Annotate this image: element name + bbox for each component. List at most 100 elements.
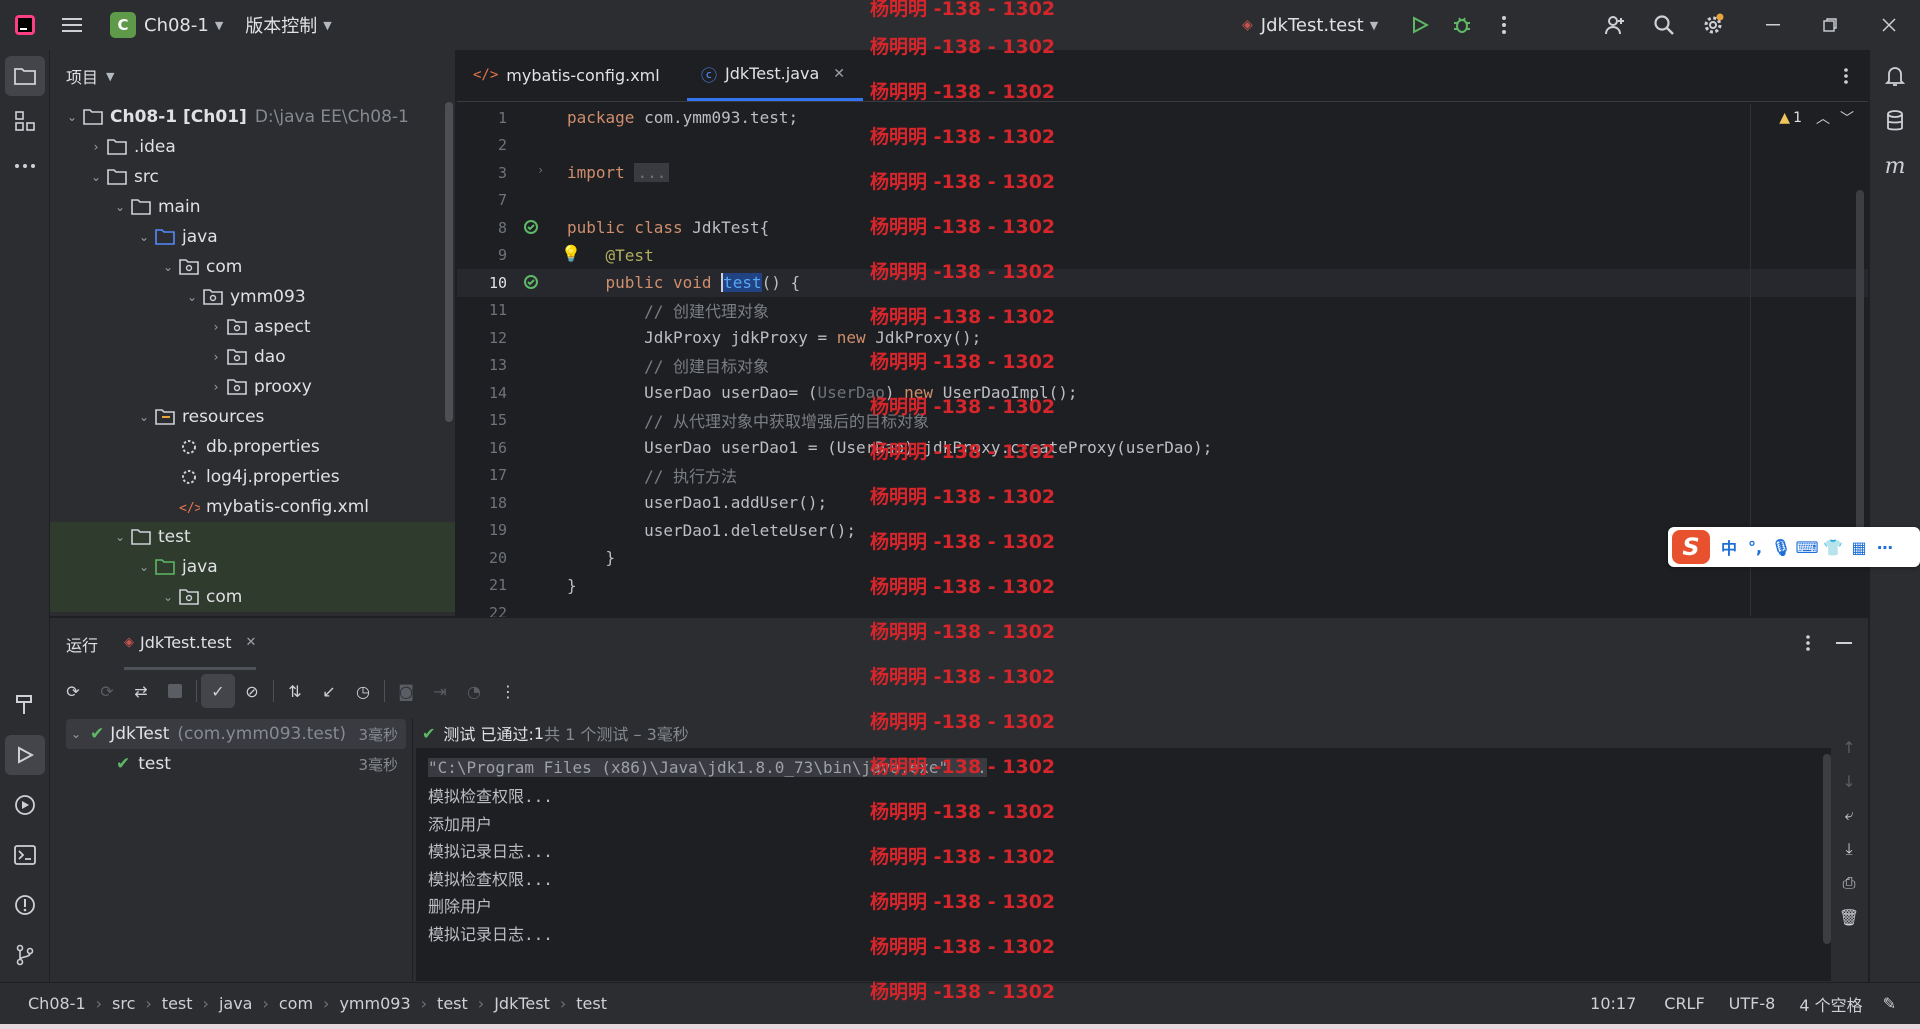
notifications-icon[interactable] bbox=[1875, 56, 1915, 96]
file-encoding[interactable]: UTF-8 bbox=[1729, 994, 1776, 1013]
show-passed-icon[interactable]: ✓ bbox=[201, 674, 235, 708]
project-scrollbar[interactable] bbox=[445, 102, 453, 422]
run-options-icon[interactable] bbox=[1806, 635, 1810, 651]
add-user-icon[interactable] bbox=[1592, 0, 1638, 50]
search-icon[interactable] bbox=[1641, 0, 1687, 50]
line-separator[interactable]: CRLF bbox=[1664, 994, 1704, 1013]
keyboard-icon[interactable]: ⌨ bbox=[1794, 534, 1820, 560]
chevron-right-icon[interactable]: › bbox=[206, 350, 226, 364]
tree-item[interactable]: ⌄ com bbox=[50, 252, 455, 282]
chevron-down-icon[interactable]: ⌄ bbox=[110, 530, 130, 544]
run-tab[interactable]: ◈ JdkTest.test ✕ bbox=[124, 618, 257, 670]
chevron-down-icon[interactable]: ⌄ bbox=[158, 590, 178, 604]
breadcrumb-item[interactable]: test bbox=[576, 994, 607, 1013]
run-test-gutter-icon[interactable] bbox=[523, 219, 539, 235]
chevron-right-icon[interactable]: › bbox=[86, 140, 106, 154]
chevron-down-icon[interactable]: ⌄ bbox=[134, 230, 154, 244]
code-editor[interactable]: 1 package com.ymm093.test; 2 3 › import ...… bbox=[457, 104, 1868, 622]
tree-item[interactable]: ⌄ com bbox=[50, 582, 455, 612]
maven-icon[interactable]: m bbox=[1875, 146, 1915, 186]
inspection-widget[interactable]: ▲ 1 ︿ ﹀ bbox=[1779, 108, 1854, 128]
run-config-selector[interactable]: ◈ JdkTest.test ▼ bbox=[1242, 15, 1378, 36]
breadcrumb-item[interactable]: test bbox=[162, 994, 193, 1013]
camera-icon[interactable]: ◙ bbox=[389, 674, 423, 708]
toggle-auto-test-icon[interactable]: ⇄ bbox=[124, 674, 158, 708]
soft-wrap-icon[interactable]: ⤶ bbox=[1832, 798, 1866, 832]
project-panel-header[interactable]: 项目 ▼ bbox=[50, 50, 455, 102]
tree-item[interactable]: ⌄ ymm093 bbox=[50, 282, 455, 312]
history-icon[interactable]: ◷ bbox=[346, 674, 380, 708]
indent-setting[interactable]: 4 个空格 bbox=[1799, 992, 1862, 1016]
run-test-gutter-icon[interactable] bbox=[523, 274, 539, 290]
tree-item[interactable]: db.properties bbox=[50, 432, 455, 462]
chevron-right-icon[interactable]: › bbox=[206, 380, 226, 394]
show-ignored-icon[interactable]: ⊘ bbox=[235, 674, 269, 708]
edit-lock-icon[interactable]: ✎ bbox=[1883, 994, 1896, 1013]
tree-item[interactable]: log4j.properties bbox=[50, 462, 455, 492]
problems-tool-icon[interactable] bbox=[5, 885, 45, 925]
breadcrumb-item[interactable]: com bbox=[279, 994, 313, 1013]
chevron-down-icon[interactable]: ⌄ bbox=[134, 560, 154, 574]
main-menu-icon[interactable] bbox=[50, 0, 94, 50]
test-suite-row[interactable]: ⌄ ✔ JdkTest (com.ymm093.test) 3毫秒 bbox=[66, 719, 406, 749]
tree-item[interactable]: › .idea bbox=[50, 132, 455, 162]
tree-item[interactable]: ⌄ test bbox=[50, 522, 455, 552]
close-tab-icon[interactable]: ✕ bbox=[245, 635, 256, 650]
chevron-right-icon[interactable]: › bbox=[206, 320, 226, 334]
tab-mybatis-config[interactable]: </> mybatis-config.xml bbox=[457, 49, 687, 101]
tree-item[interactable]: ⌄ main bbox=[50, 192, 455, 222]
tree-item[interactable]: ⌄ Ch08-1 [Ch01] D:\java EE\Ch08-1 bbox=[50, 102, 455, 132]
services-tool-icon[interactable] bbox=[5, 785, 45, 825]
tree-item[interactable]: ⌄ src bbox=[50, 162, 455, 192]
clear-console-icon[interactable]: 🗑 bbox=[1832, 900, 1866, 934]
close-tab-icon[interactable]: ✕ bbox=[833, 66, 845, 82]
toolbox-icon[interactable]: ▦ bbox=[1846, 534, 1872, 560]
chevron-down-icon[interactable]: ⌄ bbox=[110, 200, 130, 214]
chevron-up-icon[interactable]: ︿ bbox=[1816, 108, 1830, 128]
tree-item[interactable]: ⌄ java bbox=[50, 222, 455, 252]
editor-scrollbar[interactable] bbox=[1856, 190, 1864, 560]
tree-item[interactable]: </> mybatis-config.xml bbox=[50, 492, 455, 522]
chevron-down-icon[interactable]: ﹀ bbox=[1840, 108, 1854, 128]
punctuation-icon[interactable]: °, bbox=[1742, 534, 1768, 560]
settings-gear-icon[interactable] bbox=[1690, 0, 1736, 50]
breadcrumb-item[interactable]: JdkTest bbox=[494, 994, 550, 1013]
console-output[interactable]: ✔ 测试 已通过: 1 共 1 个测试 – 3毫秒 "C:\Program Fi… bbox=[416, 718, 1831, 981]
fold-arrow-icon[interactable]: › bbox=[537, 163, 544, 177]
run-tool-icon[interactable] bbox=[5, 735, 45, 775]
cursor-position[interactable]: 10:17 bbox=[1590, 994, 1636, 1013]
chevron-down-icon[interactable]: ⌄ bbox=[86, 170, 106, 184]
more-icon[interactable]: ⋯ bbox=[1872, 534, 1898, 560]
vcs-menu[interactable]: 版本控制 ▼ bbox=[245, 12, 331, 38]
import-icon[interactable]: ⇥ bbox=[423, 674, 457, 708]
breadcrumb-item[interactable]: test bbox=[437, 994, 468, 1013]
stop-icon[interactable] bbox=[158, 674, 192, 708]
close-window-icon[interactable] bbox=[1866, 0, 1912, 50]
app-logo-icon[interactable] bbox=[0, 0, 50, 50]
tree-item[interactable]: ⌄ java bbox=[50, 552, 455, 582]
scroll-down-icon[interactable]: ↓ bbox=[1832, 764, 1866, 798]
chevron-down-icon[interactable]: ⌄ bbox=[134, 410, 154, 424]
print-icon[interactable]: ⎙ bbox=[1832, 866, 1866, 900]
database-icon[interactable] bbox=[1875, 101, 1915, 141]
build-tool-icon[interactable] bbox=[5, 685, 45, 725]
minimize-icon[interactable] bbox=[1750, 0, 1796, 50]
breadcrumb-item[interactable]: src bbox=[112, 994, 135, 1013]
breadcrumb-item[interactable]: ymm093 bbox=[339, 994, 410, 1013]
test-case-row[interactable]: ✔ test 3毫秒 bbox=[66, 749, 406, 779]
scroll-up-icon[interactable]: ↑ bbox=[1832, 730, 1866, 764]
chevron-down-icon[interactable]: ⌄ bbox=[182, 290, 202, 304]
project-tool-icon[interactable] bbox=[5, 56, 45, 96]
tree-item[interactable]: › aspect bbox=[50, 312, 455, 342]
skin-icon[interactable]: 👕 bbox=[1820, 534, 1846, 560]
ime-toolbar[interactable]: S 中 °, 🎙 ⌨ 👕 ▦ ⋯ bbox=[1668, 527, 1920, 567]
more-icon[interactable]: ⋮ bbox=[491, 674, 525, 708]
lightbulb-icon[interactable]: 💡 bbox=[561, 244, 581, 263]
debug-icon[interactable] bbox=[1440, 0, 1484, 50]
rerun-icon[interactable]: ⟳ bbox=[56, 674, 90, 708]
collapse-icon[interactable]: ↙ bbox=[312, 674, 346, 708]
tab-jdktest[interactable]: ⓒ JdkTest.java ✕ bbox=[687, 49, 863, 101]
more-actions-icon[interactable] bbox=[1482, 0, 1526, 50]
restore-icon[interactable] bbox=[1807, 0, 1853, 50]
git-tool-icon[interactable] bbox=[5, 935, 45, 975]
